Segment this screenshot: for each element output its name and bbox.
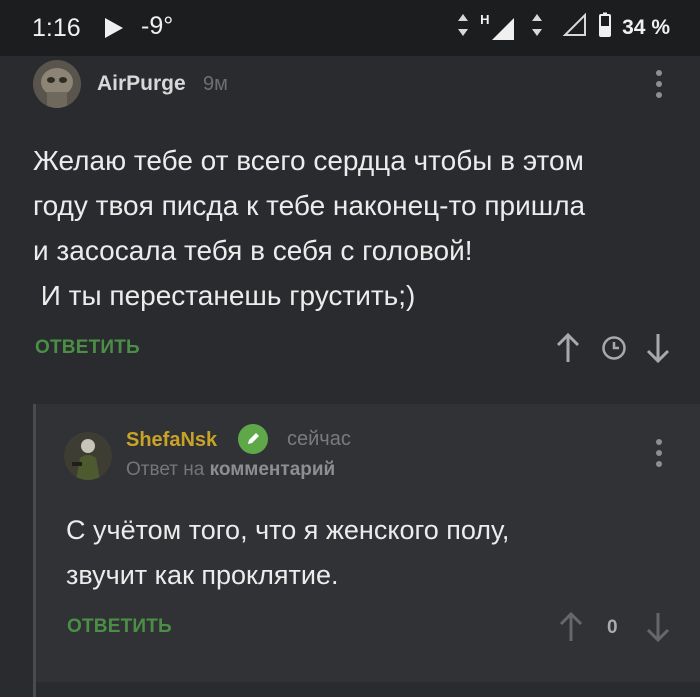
network-type-label: H: [480, 11, 490, 27]
battery-percent: 34 %: [622, 15, 670, 39]
comment-menu-button[interactable]: [656, 70, 662, 98]
dot-icon: [656, 81, 662, 87]
reply-upvote-arrow-icon[interactable]: [558, 611, 584, 648]
comment-author[interactable]: AirPurge: [97, 72, 186, 96]
reply-menu-button[interactable]: [656, 439, 662, 467]
downvote-arrow-icon[interactable]: [645, 332, 671, 369]
status-temperature: -9°: [141, 12, 174, 40]
reply-reply-button[interactable]: ОТВЕТИТЬ: [67, 616, 172, 638]
clock-icon[interactable]: [601, 335, 627, 366]
reply-time: сейчас: [287, 428, 351, 450]
data-transfer-icon: [456, 12, 470, 43]
reply-to-link[interactable]: комментарий: [210, 459, 336, 480]
data-transfer-icon-2: [530, 12, 544, 43]
dot-icon: [656, 461, 662, 467]
comment-time: 9м: [203, 73, 228, 95]
comment-body: Желаю тебе от всего сердца чтобы в этом …: [33, 138, 673, 318]
play-icon: [103, 16, 125, 45]
battery-icon: [598, 12, 612, 43]
reply-avatar[interactable]: [64, 432, 112, 480]
status-icons: H 34 %: [456, 12, 670, 43]
reply-to-line: Ответ на комментарий: [126, 459, 335, 481]
reply-to-prefix: Ответ на: [126, 459, 205, 480]
reply-downvote-arrow-icon[interactable]: [645, 611, 671, 648]
dot-icon: [656, 70, 662, 76]
upvote-arrow-icon[interactable]: [555, 332, 581, 369]
comment-line: И ты перестанешь грустить;): [33, 280, 416, 311]
dot-icon: [656, 439, 662, 445]
status-time: 1:16: [32, 14, 81, 42]
wifi-signal-icon: [562, 12, 588, 43]
reply-line: звучит как проклятие.: [66, 560, 339, 590]
comment-line: году твоя писда к тебе наконец-то пришла: [33, 190, 586, 221]
reply-line: С учётом того, что я женского полу,: [66, 515, 510, 545]
vote-count: 0: [607, 617, 618, 638]
comment-line: Желаю тебе от всего сердца чтобы в этом: [33, 145, 584, 176]
signal-icon: H: [480, 11, 520, 42]
dot-icon: [656, 450, 662, 456]
reply-button[interactable]: ОТВЕТИТЬ: [35, 337, 140, 359]
dot-icon: [656, 92, 662, 98]
avatar[interactable]: [33, 60, 81, 108]
comment-line: и засосала тебя в себя с головой!: [33, 235, 473, 266]
reply-author[interactable]: ShefaNsk: [126, 429, 217, 452]
status-bar: 1:16 -9° H 34 %: [0, 0, 700, 56]
edit-icon[interactable]: [238, 424, 268, 454]
reply-body: С учётом того, что я женского полу, звуч…: [66, 508, 666, 598]
divider: [36, 682, 700, 697]
